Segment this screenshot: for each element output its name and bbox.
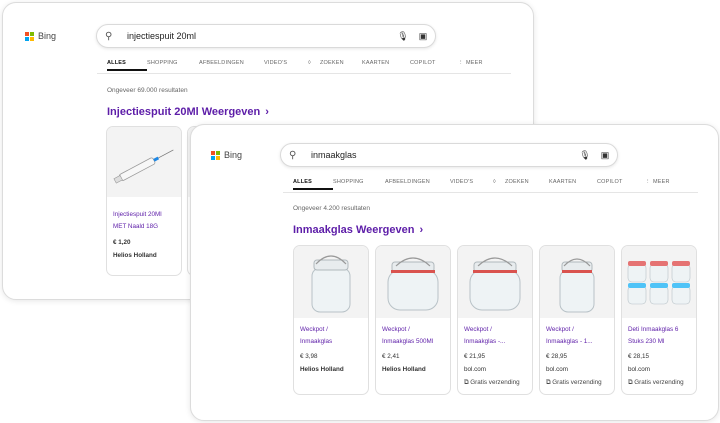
product-card[interactable]: Injectiespuit 20Ml MET Naald 18G € 1,20 … bbox=[106, 126, 182, 276]
shipping-info: ⧉ Gratis verzending bbox=[464, 379, 520, 387]
product-price: € 28,95 bbox=[546, 353, 568, 360]
jar-image bbox=[469, 257, 521, 311]
microphone-icon[interactable]: 🎙 bbox=[395, 31, 411, 42]
product-image bbox=[540, 246, 614, 318]
search-box[interactable]: ⚲ injectiespuit 20ml 🎙 ▣ bbox=[96, 24, 436, 48]
result-count: Ongeveer 69.000 resultaten bbox=[107, 87, 188, 94]
windows-logo-icon bbox=[25, 31, 34, 41]
bing-logo[interactable]: Bing bbox=[25, 31, 56, 41]
tab-maps[interactable]: KAARTEN bbox=[362, 60, 410, 66]
windows-logo-icon bbox=[211, 150, 220, 160]
divider bbox=[97, 73, 511, 74]
product-card[interactable]: Deti Inmaakglas 6 Stuks 230 Ml € 28,15 bo… bbox=[621, 245, 697, 395]
search-window-front: Bing ⚲ inmaakglas 🎙 ▣ ALLES SHOPPING AFB… bbox=[190, 124, 719, 421]
shipping-text: Gratis verzending bbox=[634, 379, 684, 386]
tab-images[interactable]: AFBEELDINGEN bbox=[199, 60, 264, 66]
shipping-text: Gratis verzending bbox=[470, 379, 520, 386]
tab-shopping[interactable]: SHOPPING bbox=[333, 179, 385, 185]
tab-maps[interactable]: KAARTEN bbox=[549, 179, 597, 185]
visual-search-icon[interactable]: ▣ bbox=[415, 31, 431, 42]
tab-more[interactable]: MEER bbox=[466, 60, 483, 66]
product-price: € 21,95 bbox=[464, 353, 486, 360]
shipping-icon: ⧉ bbox=[628, 379, 633, 386]
search-icon[interactable]: ⚲ bbox=[105, 31, 119, 42]
jar-image bbox=[311, 255, 351, 313]
shipping-text: Gratis verzending bbox=[552, 379, 602, 386]
copilot-icon: ◊ bbox=[308, 60, 311, 66]
product-seller: Helios Holland bbox=[382, 366, 426, 373]
tab-videos[interactable]: VIDEO'S bbox=[450, 179, 493, 185]
jar-set-image bbox=[627, 261, 691, 305]
tab-copilot[interactable]: COPILOT bbox=[410, 60, 458, 66]
logo-text: Bing bbox=[38, 31, 57, 41]
copilot-icon: ◊ bbox=[493, 179, 496, 185]
tab-search[interactable]: ZOEKEN bbox=[505, 179, 549, 185]
product-card[interactable]: Weckpot / Inmaakglas 500Ml € 2,41 Helios … bbox=[375, 245, 451, 395]
product-price: € 28,15 bbox=[628, 353, 650, 360]
search-input[interactable]: inmaakglas bbox=[311, 150, 577, 160]
product-card[interactable]: Weckpot / Inmaakglas € 3,98 Helios Hollan… bbox=[293, 245, 369, 395]
product-name[interactable]: Weckpot / Inmaakglas bbox=[300, 324, 364, 348]
search-input[interactable]: injectiespuit 20ml bbox=[127, 31, 395, 41]
more-icon[interactable]: ⋮ bbox=[458, 60, 466, 66]
visual-search-icon[interactable]: ▣ bbox=[597, 150, 613, 161]
product-card[interactable]: Weckpot / Inmaakglas - 1... € 28,95 bol.c… bbox=[539, 245, 615, 395]
product-price: € 1,20 bbox=[113, 239, 131, 246]
shipping-info: ⧉ Gratis verzending bbox=[628, 379, 684, 387]
bing-logo[interactable]: Bing bbox=[211, 150, 242, 160]
nav-tabs: ALLES SHOPPING AFBEELDINGEN VIDEO'S ◊ ZO… bbox=[107, 60, 483, 71]
tab-more[interactable]: MEER bbox=[653, 179, 670, 185]
product-name[interactable]: Deti Inmaakglas 6 Stuks 230 Ml bbox=[628, 324, 692, 348]
product-card[interactable]: Weckpot / Inmaakglas -... € 21,95 bol.com… bbox=[457, 245, 533, 395]
shipping-icon: ⧉ bbox=[464, 379, 469, 386]
jar-image bbox=[387, 257, 439, 311]
product-image bbox=[376, 246, 450, 318]
shipping-info: ⧉ Gratis verzending bbox=[546, 379, 602, 387]
shopping-heading-link[interactable]: Inmaakglas Weergeven › bbox=[293, 224, 423, 236]
tab-shopping[interactable]: SHOPPING bbox=[147, 60, 199, 66]
tab-videos[interactable]: VIDEO'S bbox=[264, 60, 308, 66]
chevron-right-icon: › bbox=[265, 106, 269, 118]
product-price: € 3,98 bbox=[300, 353, 318, 360]
product-name[interactable]: Injectiespuit 20Ml MET Naald 18G bbox=[113, 209, 177, 233]
product-seller: Helios Holland bbox=[113, 252, 157, 259]
product-image bbox=[294, 246, 368, 318]
product-seller: bol.com bbox=[546, 366, 569, 373]
product-image bbox=[458, 246, 532, 318]
product-image bbox=[107, 127, 181, 197]
heading-text: Inmaakglas Weergeven bbox=[293, 224, 415, 236]
syringe-image bbox=[113, 149, 174, 184]
divider bbox=[283, 192, 698, 193]
product-price: € 2,41 bbox=[382, 353, 400, 360]
product-image bbox=[622, 246, 696, 318]
more-icon[interactable]: ⋮ bbox=[645, 179, 653, 185]
logo-text: Bing bbox=[224, 150, 243, 160]
result-count: Ongeveer 4.200 resultaten bbox=[293, 205, 370, 212]
microphone-icon[interactable]: 🎙 bbox=[577, 150, 593, 161]
tab-all[interactable]: ALLES bbox=[293, 179, 333, 190]
chevron-right-icon: › bbox=[419, 224, 424, 236]
product-name[interactable]: Weckpot / Inmaakglas 500Ml bbox=[382, 324, 446, 348]
product-seller: bol.com bbox=[628, 366, 651, 373]
tab-copilot[interactable]: COPILOT bbox=[597, 179, 645, 185]
tab-search[interactable]: ZOEKEN bbox=[320, 60, 362, 66]
tab-images[interactable]: AFBEELDINGEN bbox=[385, 179, 450, 185]
product-name[interactable]: Weckpot / Inmaakglas -... bbox=[464, 324, 528, 348]
product-seller: Helios Holland bbox=[300, 366, 344, 373]
jar-image bbox=[559, 258, 595, 313]
shipping-icon: ⧉ bbox=[546, 379, 551, 386]
product-seller: bol.com bbox=[464, 366, 487, 373]
heading-text: Injectiespuit 20Ml Weergeven bbox=[107, 106, 261, 118]
shopping-heading-link[interactable]: Injectiespuit 20Ml Weergeven › bbox=[107, 106, 269, 118]
product-name[interactable]: Weckpot / Inmaakglas - 1... bbox=[546, 324, 610, 348]
search-box[interactable]: ⚲ inmaakglas 🎙 ▣ bbox=[280, 143, 618, 167]
search-icon[interactable]: ⚲ bbox=[289, 150, 303, 161]
nav-tabs: ALLES SHOPPING AFBEELDINGEN VIDEO'S ◊ ZO… bbox=[293, 179, 670, 190]
tab-all[interactable]: ALLES bbox=[107, 60, 147, 71]
